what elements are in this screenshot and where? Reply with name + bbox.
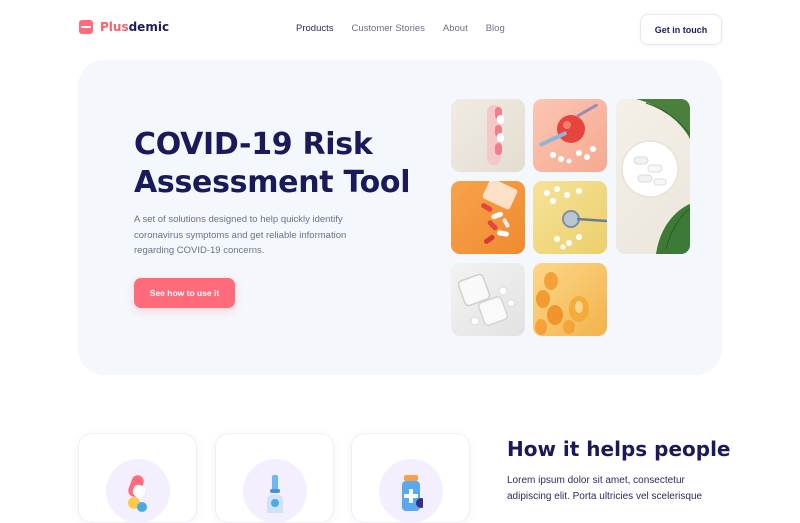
image-glass-pills	[451, 263, 525, 336]
feature-card-1[interactable]	[78, 433, 197, 523]
get-in-touch-button[interactable]: Get in touch	[640, 14, 722, 45]
hero-title: COVID-19 Risk Assessment Tool	[134, 126, 434, 202]
hero-description: A set of solutions designed to help quic…	[134, 214, 347, 256]
nav-products[interactable]: Products	[296, 23, 334, 34]
image-stethoscope	[533, 181, 607, 254]
logo-text-part1: Plus	[100, 20, 129, 34]
card-icon-circle	[379, 459, 443, 523]
hero-section: COVID-19 Risk Assessment Tool A set of s…	[78, 60, 722, 375]
image-capsules-leaf	[616, 99, 690, 254]
medicine-bottle-icon	[402, 475, 423, 511]
image-apple-syringe	[533, 99, 607, 172]
see-how-button[interactable]: See how to use it	[134, 278, 235, 308]
card-icon-circle	[106, 459, 170, 523]
nav-customer-stories[interactable]: Customer Stories	[352, 23, 425, 34]
card-icon-circle	[243, 459, 307, 523]
hero-title-line2: Assessment Tool	[134, 165, 411, 200]
logo[interactable]: Plusdemic	[79, 20, 169, 34]
section-title: How it helps people	[507, 437, 731, 461]
hero-title-line1: COVID-19 Risk	[134, 127, 373, 162]
logo-text-part2: demic	[128, 20, 170, 34]
main-nav: Products Customer Stories About Blog	[296, 23, 505, 34]
logo-icon	[79, 20, 93, 34]
nav-blog[interactable]: Blog	[486, 23, 505, 34]
image-vitamins	[533, 263, 607, 336]
image-spilled-pills	[451, 181, 525, 254]
section-text: Lorem ipsum dolor sit amet, consectetur …	[507, 475, 703, 502]
feature-card-2[interactable]	[215, 433, 334, 523]
test-tube-icon	[267, 475, 283, 513]
site-header: Plusdemic Products Customer Stories Abou…	[0, 0, 800, 58]
capsule-icon	[128, 475, 147, 512]
feature-card-3[interactable]	[351, 433, 470, 523]
nav-about[interactable]: About	[443, 23, 468, 34]
image-pills-hand	[451, 99, 525, 172]
